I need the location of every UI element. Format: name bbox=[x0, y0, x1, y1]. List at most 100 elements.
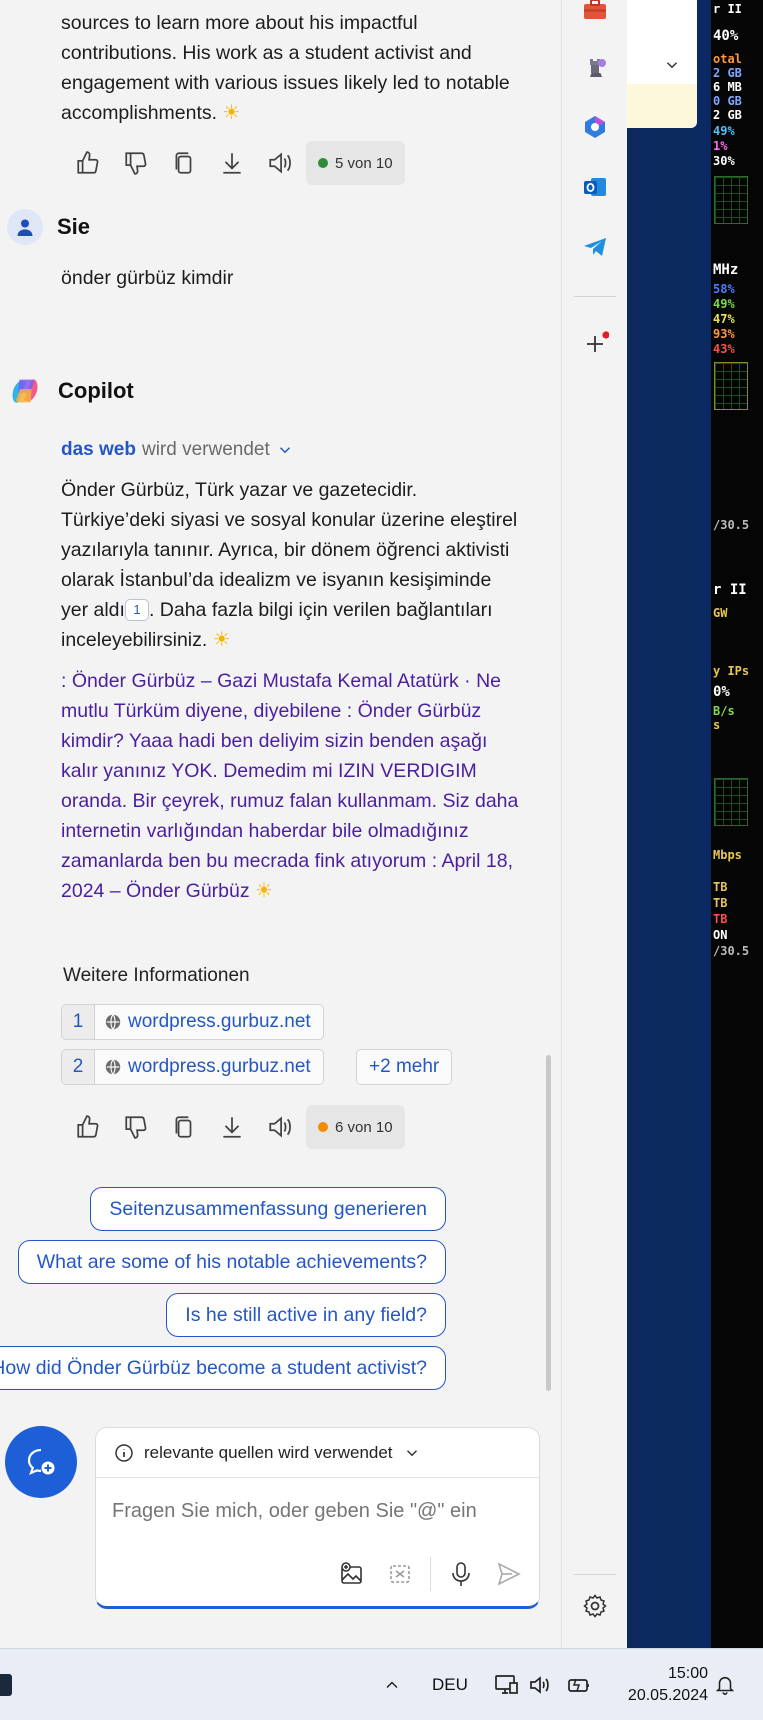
screenshot-icon[interactable] bbox=[378, 1554, 422, 1594]
monitor-text: 1% bbox=[713, 139, 728, 153]
chat-area: sources to learn more about his impactfu… bbox=[0, 0, 560, 1648]
monitor-text: 30% bbox=[713, 154, 735, 168]
volume-icon[interactable] bbox=[528, 1649, 552, 1720]
suggestion-student-activist[interactable]: How did Önder Gürbüz become a student ac… bbox=[0, 1346, 446, 1390]
sun-icon: ☀ bbox=[212, 629, 231, 651]
user-name: Sie bbox=[57, 214, 91, 239]
suggestion-achievements[interactable]: What are some of his notable achievement… bbox=[17, 1240, 446, 1284]
previous-answer-text: sources to learn more about his impactfu… bbox=[61, 8, 521, 128]
outlook-icon[interactable] bbox=[578, 170, 612, 204]
chevron-up-icon bbox=[386, 1681, 398, 1689]
globe-icon bbox=[105, 1059, 121, 1075]
thumbs-down-icon[interactable] bbox=[112, 1105, 160, 1149]
copilot-answer-paragraph: Önder Gürbüz, Türk yazar ve gazetecidir.… bbox=[61, 475, 521, 655]
chat-input[interactable] bbox=[112, 1500, 522, 1523]
monitor-text: 0 GB bbox=[713, 94, 742, 108]
monitor-text: /30.5 bbox=[713, 518, 750, 532]
download-icon[interactable] bbox=[208, 1105, 256, 1149]
telegram-icon[interactable] bbox=[578, 230, 612, 264]
new-topic-button[interactable] bbox=[5, 1426, 77, 1498]
chevron-down-icon bbox=[666, 62, 678, 69]
monitor-text: r II bbox=[713, 2, 742, 16]
toolbox-icon[interactable] bbox=[578, 0, 612, 26]
tool-separator bbox=[430, 1557, 431, 1591]
network-graph bbox=[714, 778, 748, 826]
speaker-icon[interactable] bbox=[256, 141, 304, 185]
monitor-text: 49% bbox=[713, 297, 735, 311]
notifications-icon[interactable] bbox=[714, 1649, 736, 1720]
copy-icon[interactable] bbox=[160, 1105, 208, 1149]
monitor-text: 43% bbox=[713, 342, 735, 356]
network-icon[interactable] bbox=[493, 1649, 519, 1720]
download-icon[interactable] bbox=[208, 141, 256, 185]
counter-status-dot bbox=[318, 1122, 328, 1132]
monitor-text: 2 GB bbox=[713, 66, 742, 80]
monitor-text: TB bbox=[713, 896, 728, 910]
globe-icon bbox=[105, 1014, 121, 1030]
web-source-toggle[interactable]: das web wird verwendet bbox=[61, 439, 294, 461]
source-mode-label: relevante quellen wird verwendet bbox=[144, 1442, 393, 1462]
sun-icon: ☀ bbox=[255, 880, 273, 902]
source-link-1[interactable]: 1 wordpress.gurbuz.net bbox=[61, 1004, 324, 1040]
info-icon bbox=[115, 1443, 133, 1462]
copilot-answer-actions: 6 von 10 bbox=[64, 1105, 405, 1149]
battery-icon[interactable] bbox=[566, 1649, 592, 1720]
monitor-text: 58% bbox=[713, 282, 735, 296]
monitor-text: r II bbox=[713, 582, 747, 598]
m365-icon[interactable] bbox=[578, 110, 612, 144]
source-number: 1 bbox=[62, 1005, 95, 1039]
thumbs-down-icon[interactable] bbox=[112, 141, 160, 185]
source-number: 2 bbox=[62, 1050, 95, 1084]
monitor-text: B/s bbox=[713, 704, 735, 718]
monitor-text: 6 MB bbox=[713, 80, 742, 94]
suggestion-summary[interactable]: Seitenzusammenfassung generieren bbox=[90, 1187, 446, 1231]
chevron-down-icon bbox=[406, 1449, 417, 1456]
response-counter: 6 von 10 bbox=[306, 1105, 405, 1149]
thumbs-up-icon[interactable] bbox=[64, 1105, 112, 1149]
source-host: wordpress.gurbuz.net bbox=[128, 1011, 311, 1032]
source-mode-selector[interactable]: relevante quellen wird verwendet bbox=[96, 1428, 539, 1478]
monitor-text: TB bbox=[713, 880, 728, 894]
show-hidden-icons-button[interactable] bbox=[382, 1649, 402, 1720]
source-host: wordpress.gurbuz.net bbox=[128, 1056, 311, 1077]
rail-separator bbox=[574, 296, 616, 297]
app-rail bbox=[561, 0, 627, 1648]
copilot-name: Copilot bbox=[58, 378, 134, 403]
taskbar: DEU 15:00 20.05.2024 bbox=[0, 1648, 763, 1720]
suggestion-still-active[interactable]: Is he still active in any field? bbox=[166, 1293, 446, 1337]
monitor-text: 49% bbox=[713, 124, 735, 138]
user-header: Sie bbox=[7, 209, 90, 245]
copilot-quote-paragraph: : Önder Gürbüz – Gazi Mustafa Kemal Atat… bbox=[61, 666, 521, 906]
source-link-2[interactable]: 2 wordpress.gurbuz.net bbox=[61, 1049, 324, 1085]
add-icon[interactable] bbox=[578, 327, 612, 361]
input-language[interactable]: DEU bbox=[432, 1649, 468, 1720]
rail-separator bbox=[574, 1574, 616, 1575]
monitor-text: Mbps bbox=[713, 848, 742, 862]
copilot-logo-icon bbox=[12, 379, 38, 403]
user-message-text: önder gürbüz kimdir bbox=[61, 267, 234, 289]
monitor-text: TB bbox=[713, 912, 728, 926]
monitor-text: ON bbox=[713, 928, 728, 942]
chess-icon[interactable] bbox=[578, 50, 612, 84]
add-image-icon[interactable] bbox=[330, 1554, 374, 1594]
settings-icon[interactable] bbox=[578, 1589, 612, 1623]
system-clock[interactable]: 15:00 20.05.2024 bbox=[628, 1663, 708, 1707]
monitor-text: MHz bbox=[713, 262, 739, 278]
monitor-text: 40% bbox=[713, 28, 739, 44]
clock-date: 20.05.2024 bbox=[627, 1687, 708, 1704]
sun-icon: ☀ bbox=[222, 102, 241, 124]
taskbar-app-icon[interactable] bbox=[0, 1649, 14, 1720]
previous-answer-actions: 5 von 10 bbox=[64, 141, 405, 185]
send-icon[interactable] bbox=[487, 1554, 531, 1594]
more-sources-button[interactable]: +2 mehr bbox=[356, 1049, 453, 1085]
speaker-icon[interactable] bbox=[256, 1105, 304, 1149]
response-counter: 5 von 10 bbox=[306, 141, 405, 185]
copilot-header: Copilot bbox=[6, 372, 134, 410]
microphone-icon[interactable] bbox=[439, 1554, 483, 1594]
copy-icon[interactable] bbox=[160, 141, 208, 185]
chat-scrollbar[interactable] bbox=[546, 1055, 551, 1391]
web-source-suffix: wird verwendet bbox=[141, 439, 270, 460]
thumbs-up-icon[interactable] bbox=[64, 141, 112, 185]
citation-1[interactable]: 1 bbox=[124, 599, 149, 621]
background-window-notice bbox=[627, 84, 697, 128]
